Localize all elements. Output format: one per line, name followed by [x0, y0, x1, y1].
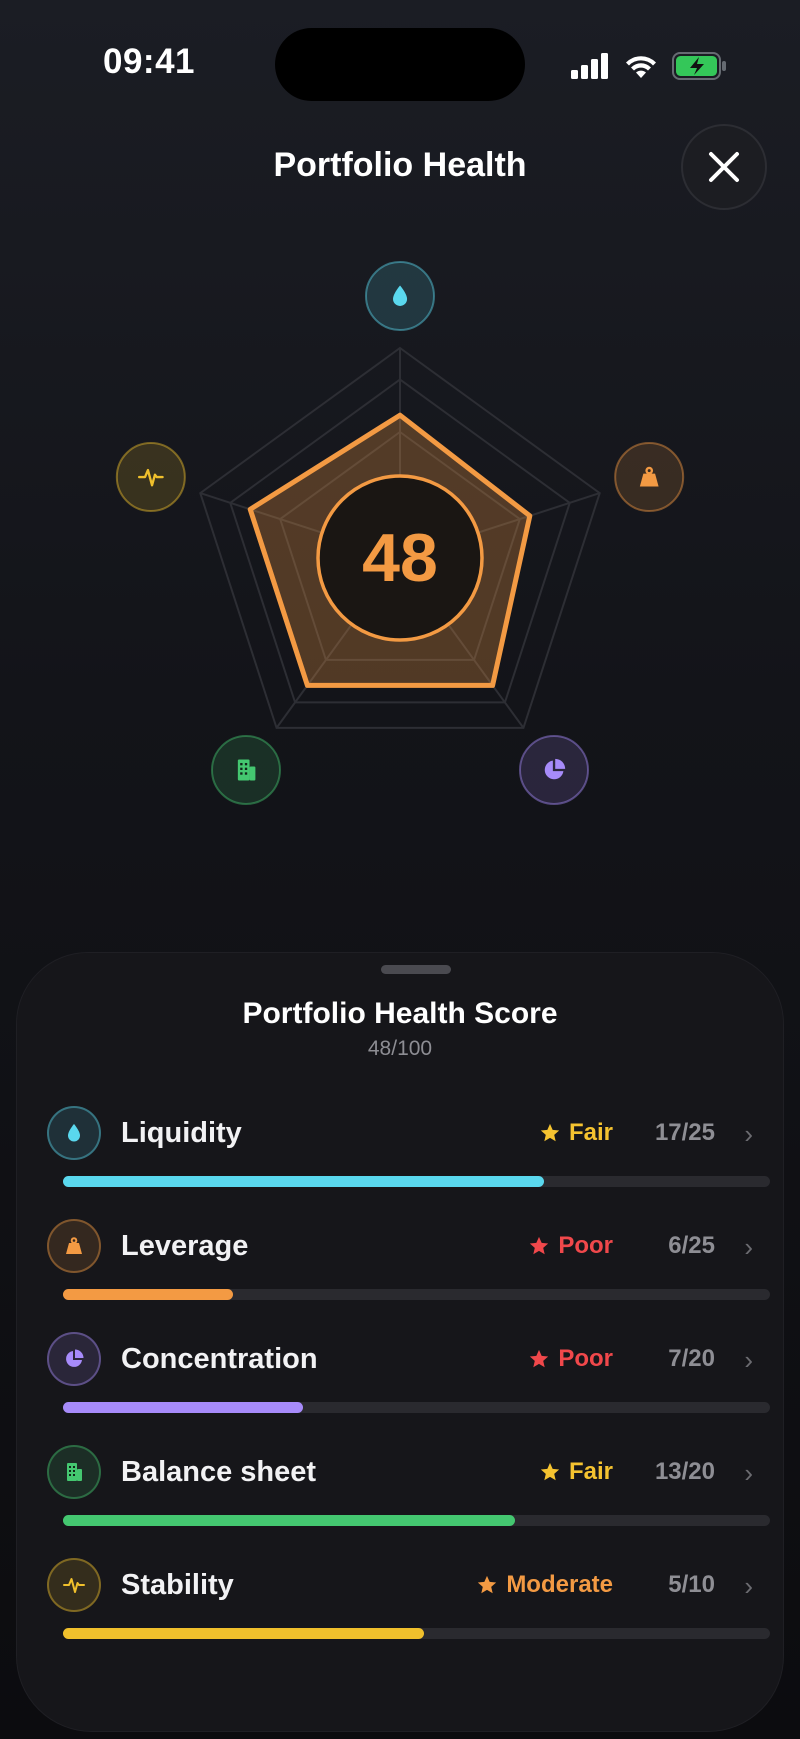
dynamic-island — [275, 28, 525, 101]
metric-rating-text: Poor — [558, 1345, 613, 1372]
close-icon — [709, 152, 739, 182]
radar-node-concentration[interactable] — [518, 734, 589, 805]
metric-progress-fill — [63, 1289, 233, 1300]
battery-charging-icon — [672, 52, 726, 80]
building-icon — [67, 1463, 82, 1481]
metric-score: 5/10 — [668, 1571, 715, 1598]
radar-node-stability[interactable] — [115, 442, 186, 513]
metric-score: 17/25 — [654, 1119, 715, 1146]
chevron-right-icon: › — [744, 1119, 753, 1149]
metric-label: Liquidity — [121, 1117, 242, 1149]
star-icon — [540, 1462, 560, 1481]
chevron-right-icon: › — [744, 1345, 753, 1375]
sheet-grabber[interactable] — [381, 965, 451, 974]
status-bar: 09:41 — [0, 0, 800, 130]
metric-rating-text: Poor — [558, 1232, 613, 1259]
close-button[interactable] — [681, 124, 767, 210]
page-title: Portfolio Health — [273, 146, 527, 184]
metric-rating-text: Fair — [568, 1119, 613, 1146]
metric-progress-track — [63, 1402, 770, 1413]
star-icon — [540, 1123, 560, 1142]
star-icon — [530, 1349, 549, 1368]
status-icons — [570, 46, 728, 86]
metric-row-liquidity[interactable]: Liquidity Fair 17/25 › — [47, 1106, 770, 1218]
pulse-icon — [63, 1578, 85, 1593]
sheet-title: Portfolio Health Score — [242, 997, 558, 1030]
wifi-icon — [626, 56, 656, 78]
droplet-icon — [68, 1124, 80, 1142]
chevron-right-icon: › — [744, 1232, 753, 1262]
pie-chart-icon — [66, 1349, 84, 1367]
row-icon-badge — [47, 1445, 101, 1499]
metric-score: 13/20 — [654, 1458, 715, 1485]
radar-chart: 48 — [115, 261, 685, 805]
star-icon — [478, 1575, 497, 1594]
sheet-score: 48/100 — [367, 1037, 433, 1060]
row-icon-badge — [47, 1558, 101, 1612]
signal-icon — [571, 53, 608, 79]
metric-row-balance-sheet[interactable]: Balance sheet Fair 13/20 › — [47, 1445, 770, 1557]
metric-progress-track — [63, 1289, 770, 1300]
metric-rating: Poor — [528, 1232, 613, 1260]
metric-score: 7/20 — [668, 1345, 715, 1372]
metric-score: 6/25 — [668, 1232, 715, 1259]
status-time: 09:41 — [103, 42, 196, 81]
metric-rating: Fair — [539, 1458, 613, 1486]
weight-icon — [66, 1237, 82, 1254]
row-icon-badge — [47, 1106, 101, 1160]
radar-node-leverage[interactable] — [614, 442, 685, 513]
score-sheet: Portfolio Health Score 48/100 Liquidity … — [16, 952, 784, 1732]
radar-node-liquidity[interactable] — [365, 261, 435, 331]
row-icon-badge — [47, 1219, 101, 1273]
metric-rating: Moderate — [476, 1571, 613, 1599]
star-icon — [530, 1236, 549, 1255]
metric-progress-fill — [63, 1176, 544, 1187]
metric-label: Balance sheet — [121, 1456, 317, 1488]
metric-label: Stability — [121, 1569, 234, 1601]
metric-progress-fill — [63, 1515, 516, 1526]
chevron-right-icon: › — [744, 1458, 753, 1488]
row-icon-badge — [47, 1332, 101, 1386]
metric-label: Concentration — [121, 1343, 318, 1375]
score-value: 48 — [362, 520, 438, 596]
metric-label: Leverage — [121, 1230, 249, 1262]
metric-progress-fill — [63, 1628, 424, 1639]
metric-progress-track — [63, 1628, 770, 1639]
chevron-right-icon: › — [744, 1571, 753, 1601]
metric-rating-text: Moderate — [506, 1571, 613, 1598]
metric-row-concentration[interactable]: Concentration Poor 7/20 › — [47, 1332, 770, 1444]
metric-rating: Fair — [539, 1119, 613, 1147]
metric-row-leverage[interactable]: Leverage Poor 6/25 › — [47, 1219, 770, 1331]
metric-rating-text: Fair — [568, 1458, 613, 1485]
metric-progress-track — [63, 1176, 770, 1187]
metric-rating: Poor — [528, 1345, 613, 1373]
metric-progress-track — [63, 1515, 770, 1526]
radar-node-balance-sheet[interactable] — [211, 734, 282, 805]
metric-progress-fill — [63, 1402, 304, 1413]
metric-row-stability[interactable]: Stability Moderate 5/10 › — [47, 1558, 770, 1670]
